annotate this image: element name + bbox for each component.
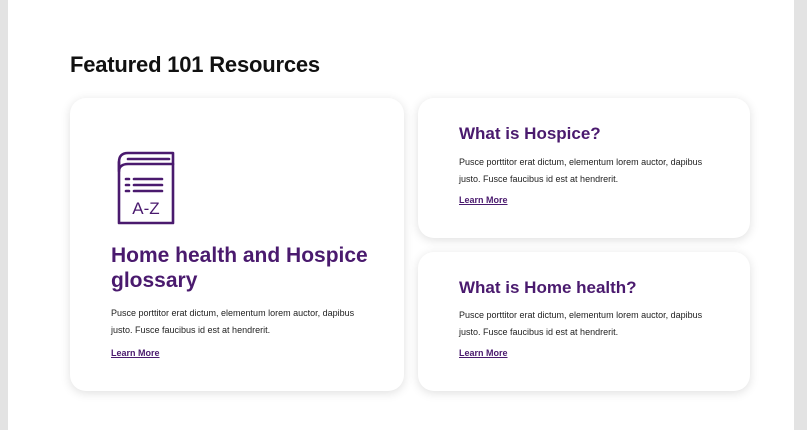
home-health-learn-more-link[interactable]: Learn More: [459, 348, 508, 358]
glossary-card[interactable]: A-Z Home health and Hospice glossary Pus…: [70, 98, 404, 391]
page-surface: Featured 101 Resources A-Z Home health a…: [8, 0, 794, 430]
hospice-card-body: Pusce porttitor erat dictum, elementum l…: [459, 157, 703, 184]
glossary-card-body: Pusce porttitor erat dictum, elementum l…: [111, 308, 355, 335]
hospice-learn-more-link[interactable]: Learn More: [459, 195, 508, 205]
section-title: Featured 101 Resources: [70, 52, 320, 77]
glossary-learn-more-link[interactable]: Learn More: [111, 348, 160, 358]
home-health-card[interactable]: What is Home health? Pusce porttitor era…: [418, 252, 750, 391]
glossary-card-title: Home health and Hospice glossary: [111, 244, 368, 292]
home-health-card-body: Pusce porttitor erat dictum, elementum l…: [459, 310, 703, 337]
glossary-book-icon: A-Z: [117, 151, 175, 225]
glossary-icon-text: A-Z: [132, 199, 159, 218]
home-health-card-title: What is Home health?: [459, 278, 637, 297]
hospice-card-title: What is Hospice?: [459, 124, 601, 143]
hospice-card[interactable]: What is Hospice? Pusce porttitor erat di…: [418, 98, 750, 238]
